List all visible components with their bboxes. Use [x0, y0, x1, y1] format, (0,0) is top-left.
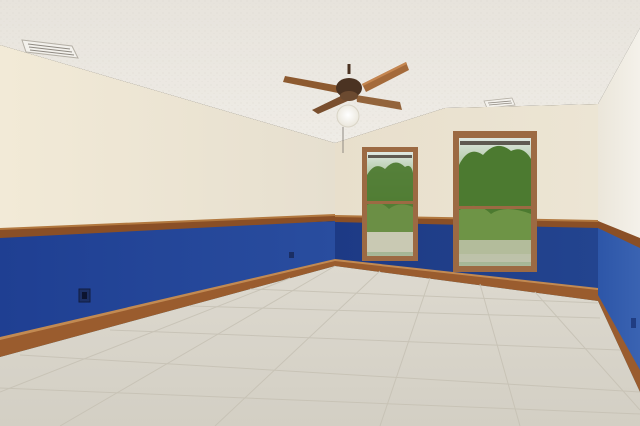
window-left	[362, 147, 418, 261]
room-illustration	[0, 0, 640, 426]
wall-outlet-small	[289, 252, 294, 258]
window-right	[453, 131, 537, 272]
wall-outlet	[78, 288, 91, 303]
fan-light-globe	[336, 104, 360, 128]
room-photo	[0, 0, 640, 426]
